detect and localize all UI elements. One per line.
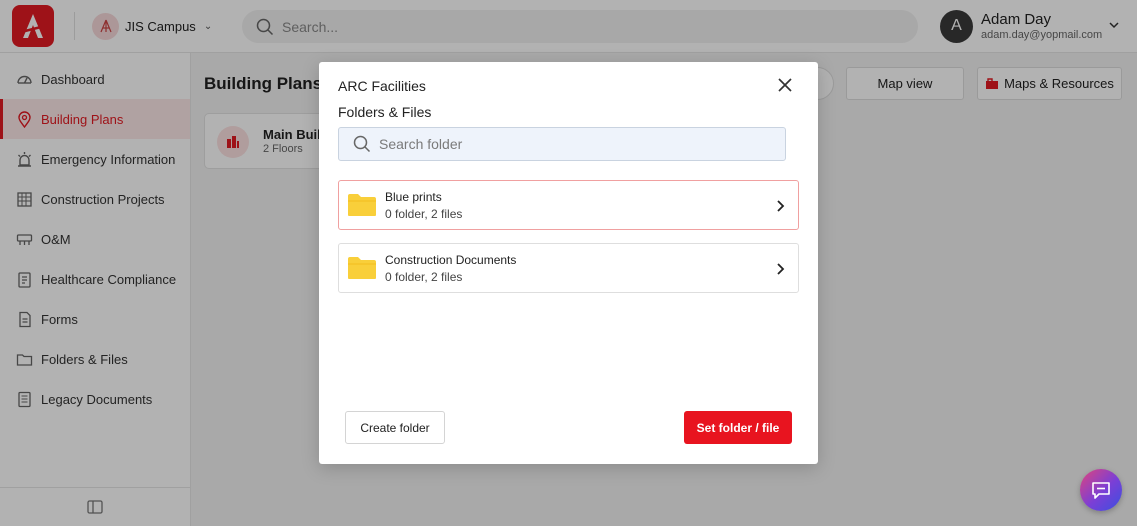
folder-picker-modal: ARC Facilities Folders & Files Blue prin…	[319, 62, 818, 464]
folder-icon	[348, 257, 376, 279]
folder-name: Blue prints	[385, 190, 442, 204]
set-folder-file-button[interactable]: Set folder / file	[684, 411, 792, 444]
modal-title: ARC Facilities	[338, 78, 426, 94]
chevron-right-icon	[777, 263, 785, 275]
search-icon	[353, 135, 371, 153]
close-button[interactable]	[774, 74, 796, 96]
folder-meta: 0 folder, 2 files	[385, 270, 463, 284]
modal-subtitle: Folders & Files	[338, 104, 432, 120]
folder-name: Construction Documents	[385, 253, 517, 267]
chat-button[interactable]	[1080, 469, 1122, 511]
create-folder-button[interactable]: Create folder	[345, 411, 445, 444]
chevron-right-icon	[777, 200, 785, 212]
chat-icon	[1092, 482, 1110, 499]
folder-search[interactable]	[338, 127, 786, 161]
folder-search-input[interactable]	[379, 136, 759, 152]
folder-icon	[348, 194, 376, 216]
close-icon	[778, 78, 792, 92]
folder-row-blue-prints[interactable]: Blue prints 0 folder, 2 files	[338, 180, 799, 230]
folder-meta: 0 folder, 2 files	[385, 207, 463, 221]
folder-row-construction-documents[interactable]: Construction Documents 0 folder, 2 files	[338, 243, 799, 293]
